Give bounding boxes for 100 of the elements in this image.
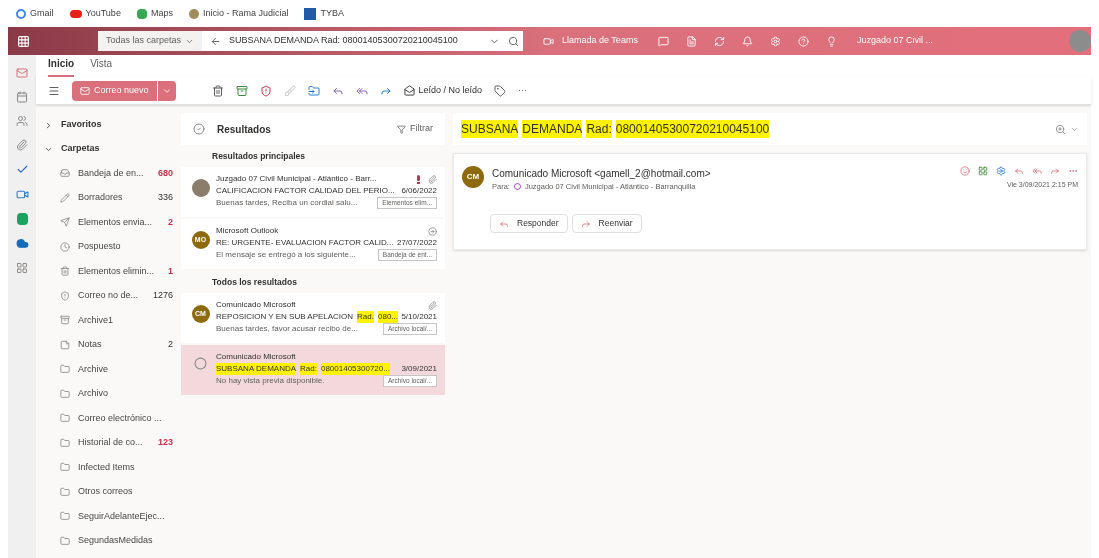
sweep-icon[interactable] — [283, 84, 296, 97]
bookmark-link[interactable]: YouTube — [85, 6, 121, 21]
archive-box-icon — [60, 315, 70, 326]
folder-count: 1276 — [152, 289, 173, 302]
video-icon[interactable] — [15, 188, 29, 201]
avatar-initials: CM — [462, 166, 484, 188]
bookmark-link[interactable]: Inicio - Rama Judicial — [202, 6, 289, 21]
scope-dropdown[interactable]: Todas las carpetas — [98, 31, 203, 51]
inbox-icon — [60, 168, 70, 179]
read-unread-button[interactable]: Leído / No leído — [403, 83, 483, 98]
folders-toggle[interactable]: Carpetas — [44, 137, 181, 161]
folder-count: 680 — [157, 166, 173, 180]
move-icon[interactable] — [307, 84, 320, 97]
search-icon[interactable] — [508, 35, 519, 47]
tag-icon[interactable] — [494, 84, 507, 97]
forward-arrow-icon — [580, 218, 591, 229]
message-date: 3/09/2021 — [401, 363, 437, 375]
smiley-icon[interactable] — [960, 166, 970, 176]
gear-icon[interactable] — [996, 166, 1006, 176]
more-button[interactable]: ··· — [518, 83, 528, 98]
avatar-photo — [191, 179, 210, 197]
folder-item[interactable]: Otros correos — [78, 485, 133, 499]
highlighted-text: DEMANDA — [522, 120, 583, 138]
folder-count: 123 — [157, 436, 173, 449]
search-box[interactable]: Todas las carpetas SUBSANA DEMANDA Rad: 08001405300720210045100 — [98, 31, 523, 51]
select-circle-icon[interactable] — [194, 357, 207, 370]
checkmark-icon[interactable] — [15, 163, 29, 176]
report-icon[interactable] — [259, 84, 272, 97]
favorites-toggle[interactable]: Favoritos — [44, 113, 181, 137]
search-text: SUBSANA DEMANDA Rad: 08001405300720210045100 — [229, 34, 459, 48]
apps-icon[interactable] — [978, 166, 988, 176]
folder-item[interactable]: Elementos envia... — [78, 215, 153, 229]
highlighted-text: SUBSANA — [461, 120, 519, 138]
trash-icon — [60, 266, 70, 277]
folder-item[interactable]: SeguirAdelanteEjec... — [78, 509, 165, 523]
zoom-icon[interactable] — [1055, 123, 1066, 135]
message-preview: Buenas tardes, Reciba un cordial salu... — [216, 197, 358, 209]
sender-name: Microsoft Outlook — [216, 225, 279, 237]
subject-text: REPOSICION Y EN SUB APELACION — [216, 311, 354, 323]
bookmark-link[interactable]: Maps — [150, 6, 173, 21]
folder-item[interactable]: Notas — [78, 338, 102, 352]
folder-icon — [60, 413, 70, 424]
ribbon-tab[interactable]: Vista — [90, 56, 113, 77]
chat-icon[interactable] — [657, 35, 669, 47]
sender-name: Comunicado Microsoft — [216, 351, 296, 363]
folder-item[interactable]: Historial de co... — [78, 436, 143, 450]
bookmark-link[interactable]: TYBA — [320, 6, 344, 21]
forward-icon[interactable] — [1050, 166, 1060, 176]
folder-item[interactable]: Bandeja de en... — [78, 166, 144, 180]
folder-count: 2 — [168, 215, 173, 229]
new-mail-dropdown[interactable] — [156, 80, 176, 101]
sender-name: Juzgado 07 Civil Municipal - Atlántico - Barr... — [216, 173, 377, 185]
menu-icon[interactable] — [48, 84, 60, 97]
highlighted-text: 08001405300720... — [320, 363, 390, 375]
folder-item[interactable]: Correo no de... — [78, 289, 139, 303]
folder-item[interactable]: Pospuesto — [78, 240, 121, 254]
settings-icon[interactable] — [769, 35, 781, 47]
sync-icon[interactable] — [713, 35, 725, 47]
folder-item[interactable]: Archivo — [78, 387, 108, 401]
folder-item[interactable]: SegundasMedidas — [78, 534, 153, 548]
highlighted-text: SUBSANA DEMANDA — [216, 363, 297, 375]
highlighted-text: 080... — [378, 311, 398, 323]
message-preview: No hay vista previa disponible. — [216, 375, 325, 387]
folder-item[interactable]: Infected Items — [78, 460, 135, 474]
send-icon — [60, 217, 70, 228]
reply-icon[interactable] — [1014, 166, 1024, 176]
apps-icon[interactable] — [16, 262, 28, 274]
group-heading: Todos los resultados — [212, 275, 297, 289]
folder-item[interactable]: Archive1 — [78, 313, 113, 327]
subject-text: CALIFICACION FACTOR CALIDAD DEL PERIO... — [216, 185, 395, 197]
group-heading: Resultados principales — [212, 149, 306, 163]
document-icon[interactable] — [685, 35, 697, 47]
mail-icon[interactable] — [16, 67, 28, 79]
highlighted-text: Rad: — [586, 120, 612, 138]
cloud-icon[interactable] — [15, 237, 29, 250]
bell-icon[interactable] — [741, 35, 753, 47]
folder-item[interactable]: Archive — [78, 362, 108, 376]
delete-icon[interactable] — [211, 84, 224, 97]
folder-count: 1 — [168, 264, 173, 278]
shield-icon — [60, 290, 70, 301]
folder-item[interactable]: Elementos elimin... — [78, 264, 155, 278]
folder-item[interactable]: Correo electrónico ... — [78, 411, 162, 425]
people-icon[interactable] — [16, 115, 28, 127]
video-camera-icon[interactable] — [543, 35, 554, 47]
filter-button[interactable]: Filtrar — [397, 122, 433, 136]
reply-all-icon[interactable] — [1032, 166, 1042, 176]
folder-item[interactable]: Borradores — [78, 191, 123, 205]
open-envelope-icon — [403, 85, 415, 96]
forward-button[interactable]: Reenviar — [571, 214, 642, 234]
select-all-icon[interactable] — [193, 123, 205, 135]
paperclip-icon[interactable] — [16, 139, 28, 151]
archive-icon[interactable] — [235, 84, 248, 97]
reply-button[interactable]: Responder — [490, 214, 568, 234]
bookmark-link[interactable]: Gmail — [30, 6, 54, 21]
note-icon — [60, 339, 70, 350]
help-icon[interactable] — [797, 35, 809, 47]
calendar-icon[interactable] — [16, 91, 28, 103]
chevron-right-icon — [44, 120, 53, 130]
back-icon[interactable] — [210, 35, 222, 47]
lightbulb-icon[interactable] — [825, 35, 837, 47]
